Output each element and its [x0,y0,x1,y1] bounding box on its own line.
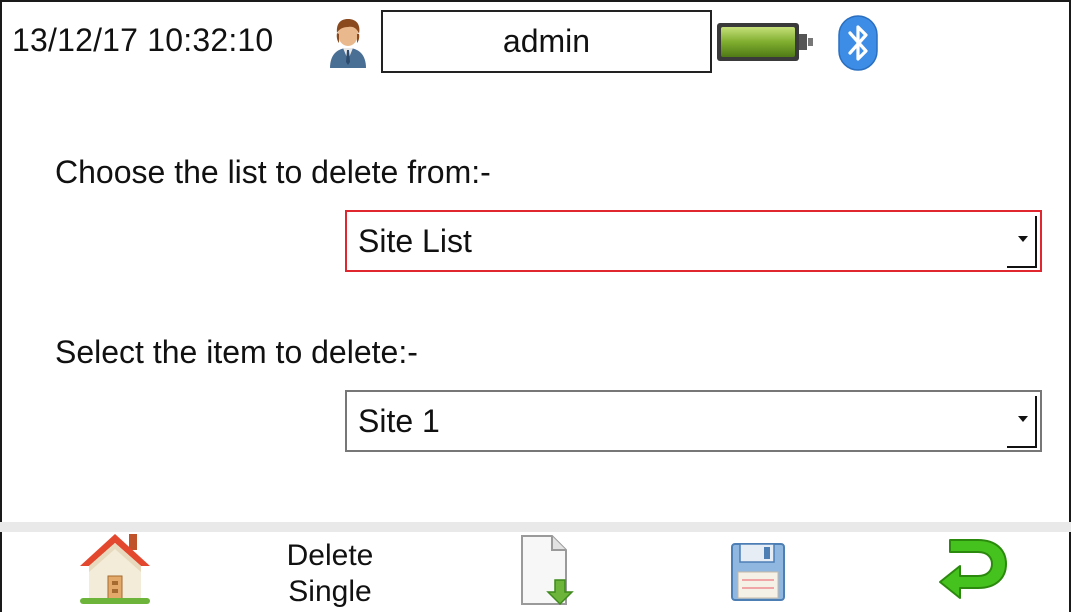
toolbar-separator [0,522,1071,532]
bluetooth-icon[interactable] [838,15,878,71]
username-field[interactable]: admin [381,10,712,73]
home-button[interactable] [70,532,160,612]
item-select-dropdown-button[interactable] [1007,396,1037,448]
back-arrow-icon [939,539,1007,599]
chevron-down-icon [1018,416,1028,422]
item-select-label: Select the item to delete:- [55,334,418,370]
list-select[interactable]: Site List [345,210,1042,272]
file-export-icon [521,535,574,606]
bottom-toolbar: Delete Single [0,532,1071,612]
battery-full-icon [716,20,816,64]
back-button[interactable] [928,532,1018,612]
save-icon [731,543,785,601]
export-file-button[interactable] [500,532,590,612]
home-icon [80,534,150,604]
status-bar: 13/12/17 10:32:10 admin [0,0,1071,84]
list-select-value: Site List [358,222,472,259]
datetime-display: 13/12/17 10:32:10 [12,22,274,58]
delete-single-label-line2: Single [288,574,372,608]
user-icon [326,16,370,68]
delete-single-label-line1: Delete [286,538,374,572]
screen-frame [0,0,1071,612]
delete-single-button[interactable]: Delete Single [255,532,405,612]
save-button[interactable] [718,532,798,612]
list-select-label: Choose the list to delete from:- [55,154,491,190]
list-select-dropdown-button[interactable] [1007,216,1037,268]
chevron-down-icon [1018,236,1028,242]
item-select[interactable]: Site 1 [345,390,1042,452]
item-select-value: Site 1 [358,402,440,439]
